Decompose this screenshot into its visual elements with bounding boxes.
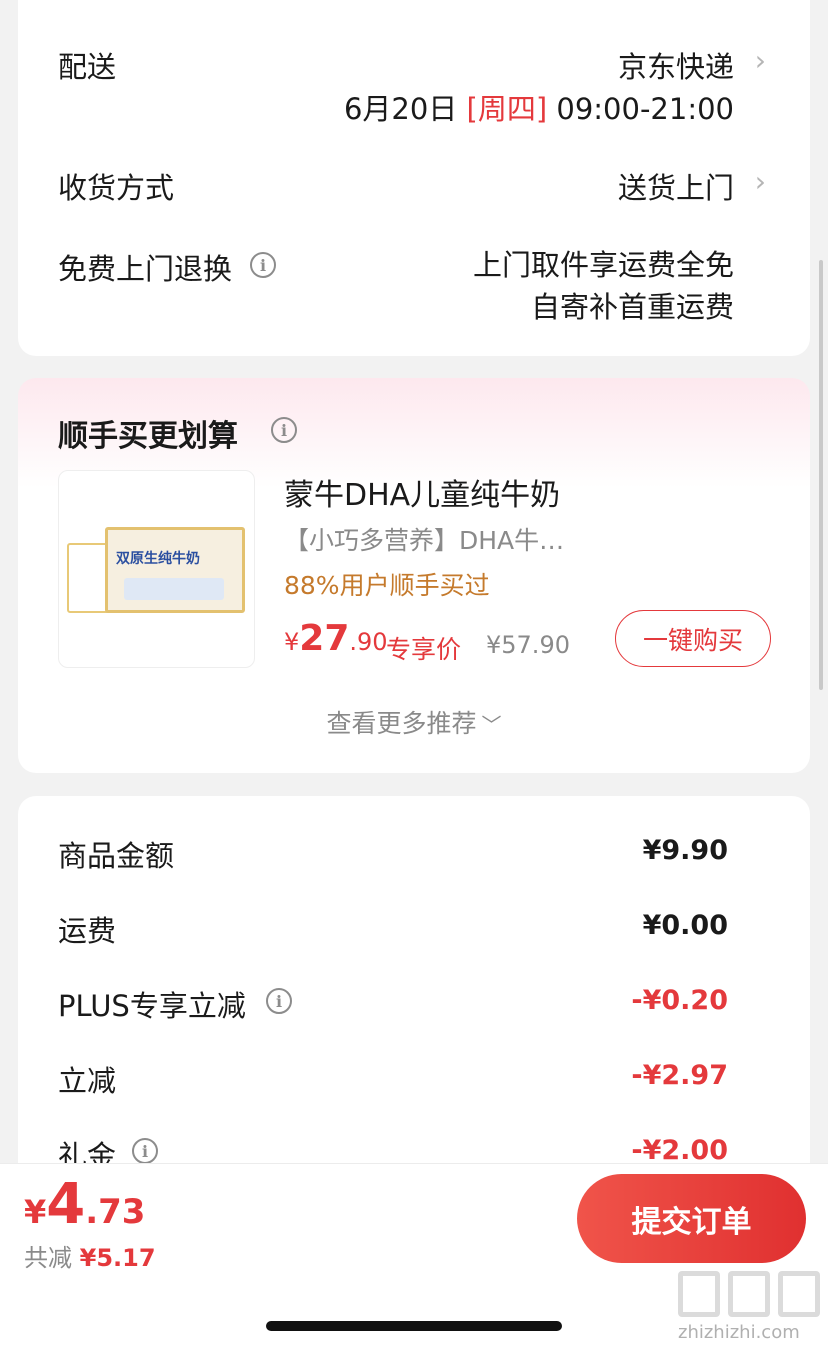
- watermark-glyph: [778, 1271, 820, 1317]
- delivery-date: 6月20日: [343, 92, 458, 126]
- summary-label-plus: PLUS专享立减: [58, 989, 246, 1023]
- watermark-logo: [676, 1271, 824, 1325]
- info-icon[interactable]: i: [250, 252, 276, 278]
- product-image[interactable]: 双原生纯牛奶: [58, 470, 255, 668]
- summary-value-goods: ¥9.90: [642, 835, 728, 866]
- total-decimal: .73: [85, 1192, 146, 1232]
- one-click-buy-button[interactable]: 一键购买: [615, 610, 771, 667]
- price-currency: ¥: [284, 628, 300, 656]
- summary-value-plus: -¥0.20: [631, 985, 728, 1016]
- product-subtitle: 【小巧多营养】DHA牛…: [284, 526, 565, 555]
- chevron-right-icon[interactable]: ›: [755, 44, 766, 77]
- delivery-weekday: [周四]: [466, 92, 548, 126]
- see-more-link[interactable]: 查看更多推荐 ﹀: [18, 704, 810, 740]
- summary-value-discount: -¥2.97: [631, 1060, 728, 1091]
- free-return-label: 免费上门退换: [58, 252, 233, 286]
- bottom-bar: ¥4.73 共减 ¥5.17 提交订单 zhizhizhi.com: [0, 1163, 828, 1350]
- price-tag: 专享价: [386, 635, 462, 664]
- recommend-title: 顺手买更划算: [58, 419, 238, 454]
- submit-order-button[interactable]: 提交订单: [577, 1174, 806, 1263]
- watermark-text: zhizhizhi.com: [678, 1322, 800, 1343]
- free-return-line1: 上门取件享运费全免: [472, 248, 734, 282]
- product-name[interactable]: 蒙牛DHA儿童纯牛奶: [284, 470, 560, 514]
- total-price: ¥4.73: [24, 1172, 145, 1237]
- delivery-card: 配送 京东快递 › 6月20日 [周四] 09:00-21:00 收货方式 送货…: [18, 0, 810, 356]
- home-indicator: [266, 1321, 562, 1331]
- price-integer: 27: [299, 618, 350, 659]
- saved-value: ¥5.17: [79, 1244, 156, 1272]
- price-decimal: .90: [349, 628, 388, 656]
- summary-value-gift: -¥2.00: [631, 1135, 728, 1166]
- delivery-hours: 09:00-21:00: [556, 92, 734, 126]
- receive-method-label: 收货方式: [58, 171, 175, 205]
- delivery-label: 配送: [58, 50, 117, 84]
- total-currency: ¥: [24, 1193, 47, 1231]
- see-more-label: 查看更多推荐: [326, 709, 477, 738]
- one-click-buy-label: 一键购买: [642, 625, 743, 655]
- chevron-down-icon: ﹀: [481, 713, 502, 737]
- summary-label-shipping: 运费: [58, 914, 117, 948]
- product-box-text: 双原生纯牛奶: [116, 551, 200, 567]
- info-icon[interactable]: i: [266, 988, 292, 1014]
- info-icon[interactable]: i: [132, 1138, 158, 1164]
- product-box-cows: [124, 578, 224, 600]
- product-buyers: 88%用户顺手买过: [284, 571, 490, 600]
- summary-value-shipping: ¥0.00: [642, 910, 728, 941]
- original-price: ¥57.90: [486, 631, 570, 659]
- product-box-main: 双原生纯牛奶: [105, 527, 245, 613]
- summary-label-discount: 立减: [58, 1064, 117, 1098]
- receive-method-value[interactable]: 送货上门: [618, 165, 734, 207]
- summary-label-goods: 商品金额: [58, 839, 175, 873]
- free-return-line2: 自寄补首重运费: [530, 290, 734, 324]
- recommend-card: 顺手买更划算 i 双原生纯牛奶 蒙牛DHA儿童纯牛奶 【小巧多营养】DHA牛… …: [18, 378, 810, 773]
- submit-order-label: 提交订单: [631, 1204, 752, 1240]
- chevron-right-icon[interactable]: ›: [755, 165, 766, 198]
- info-icon[interactable]: i: [271, 417, 297, 443]
- product-price: ¥27.90: [284, 618, 388, 659]
- saved-label: 共减: [24, 1244, 72, 1272]
- watermark-glyph: [678, 1271, 720, 1317]
- delivery-time[interactable]: 6月20日 [周四] 09:00-21:00: [344, 86, 734, 128]
- saved-summary: 共减 ¥5.17: [24, 1238, 156, 1273]
- scrollbar[interactable]: [819, 260, 823, 690]
- carrier-value[interactable]: 京东快递: [618, 44, 734, 86]
- total-integer: 4: [46, 1172, 86, 1237]
- watermark-glyph: [728, 1271, 770, 1317]
